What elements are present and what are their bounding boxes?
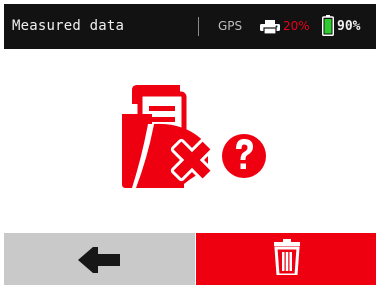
gps-indicator: GPS [218,19,243,33]
folder-delete-question-icon [122,85,266,188]
delete-button[interactable] [196,233,376,285]
battery-icon [322,15,334,36]
bottom-action-bar [4,233,376,285]
back-button[interactable] [4,233,195,285]
battery-level: 90% [337,19,361,34]
printer-level: 20% [283,19,310,33]
arrow-left-icon [78,247,120,273]
header-divider [198,17,199,36]
status-header: Measured data GPS 20% 90% [4,4,376,49]
trash-icon [274,239,300,275]
printer-icon [260,20,280,34]
measured-data-screen: Measured data GPS 20% 90% [0,0,380,289]
page-title: Measured data [12,18,125,34]
